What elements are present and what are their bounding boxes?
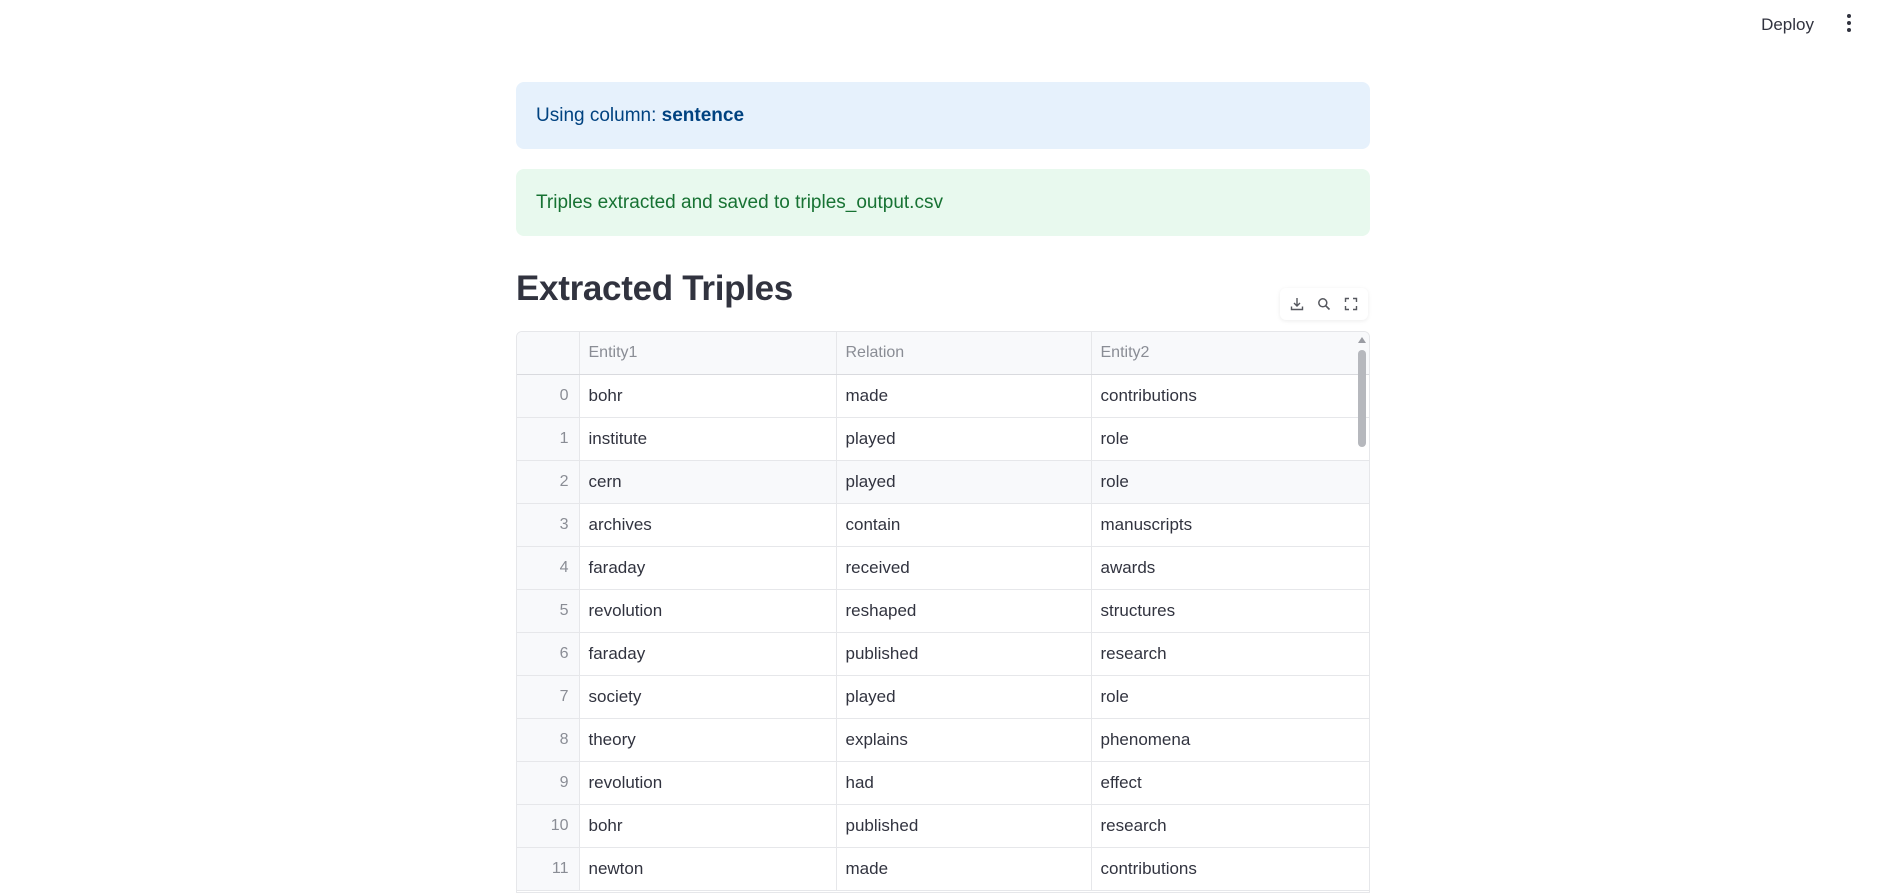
cell-entity1[interactable]: bohr: [579, 804, 837, 848]
cell-entity2[interactable]: role: [1091, 417, 1369, 461]
download-icon[interactable]: [1289, 296, 1305, 312]
cell-entity1[interactable]: institute: [579, 417, 837, 461]
row-index: 9: [517, 761, 580, 805]
table-header-row: Entity1 Relation Entity2: [517, 332, 1369, 375]
cell-entity2[interactable]: contributions: [1091, 374, 1369, 418]
row-index: 5: [517, 589, 580, 633]
cell-relation[interactable]: played: [836, 675, 1092, 719]
table-row[interactable]: 10 bohr published research: [517, 804, 1369, 848]
cell-entity1[interactable]: theory: [579, 718, 837, 762]
cell-entity1[interactable]: archives: [579, 503, 837, 547]
table-row[interactable]: 11 newton made contributions: [517, 847, 1369, 891]
column-header-index[interactable]: [517, 332, 580, 375]
table-row[interactable]: 1 institute played role: [517, 417, 1369, 461]
cell-relation[interactable]: played: [836, 417, 1092, 461]
row-index: 8: [517, 718, 580, 762]
cell-entity1[interactable]: faraday: [579, 546, 837, 590]
success-alert-text: Triples extracted and saved to triples_o…: [536, 191, 943, 213]
success-alert: Triples extracted and saved to triples_o…: [516, 169, 1370, 236]
cell-relation[interactable]: contain: [836, 503, 1092, 547]
cell-relation[interactable]: had: [836, 761, 1092, 805]
triples-dataframe[interactable]: Entity1 Relation Entity2 0 bohr made con…: [516, 331, 1370, 893]
cell-entity2[interactable]: effect: [1091, 761, 1369, 805]
cell-entity1[interactable]: revolution: [579, 761, 837, 805]
info-alert: Using column: sentence: [516, 82, 1370, 149]
cell-entity1[interactable]: bohr: [579, 374, 837, 418]
table-row[interactable]: 0 bohr made contributions: [517, 374, 1369, 418]
cell-entity1[interactable]: cern: [579, 460, 837, 504]
cell-entity2[interactable]: role: [1091, 675, 1369, 719]
row-index: 7: [517, 675, 580, 719]
kebab-menu-icon[interactable]: [1844, 14, 1854, 36]
search-icon[interactable]: [1316, 296, 1332, 312]
cell-entity2[interactable]: awards: [1091, 546, 1369, 590]
cell-entity1[interactable]: newton: [579, 847, 837, 891]
table-row[interactable]: 4 faraday received awards: [517, 546, 1369, 590]
row-index: 2: [517, 460, 580, 504]
cell-entity1[interactable]: revolution: [579, 589, 837, 633]
cell-relation[interactable]: explains: [836, 718, 1092, 762]
table-row[interactable]: 3 archives contain manuscripts: [517, 503, 1369, 547]
top-header: Deploy: [0, 0, 1884, 50]
section-title: Extracted Triples: [516, 269, 793, 308]
info-alert-prefix: Using column:: [536, 104, 662, 126]
table-row[interactable]: 5 revolution reshaped structures: [517, 589, 1369, 633]
table-row[interactable]: 2 cern played role: [517, 460, 1369, 504]
cell-relation[interactable]: published: [836, 632, 1092, 676]
cell-entity2[interactable]: structures: [1091, 589, 1369, 633]
column-header-entity2[interactable]: Entity2: [1091, 332, 1369, 375]
cell-relation[interactable]: made: [836, 374, 1092, 418]
cell-entity2[interactable]: research: [1091, 632, 1369, 676]
cell-relation[interactable]: reshaped: [836, 589, 1092, 633]
scroll-up-arrow-icon[interactable]: [1358, 337, 1366, 343]
main-content: Using column: sentence Triples extracted…: [516, 82, 1370, 893]
table-row[interactable]: 7 society played role: [517, 675, 1369, 719]
cell-relation[interactable]: made: [836, 847, 1092, 891]
scroll-thumb[interactable]: [1358, 350, 1366, 447]
cell-entity2[interactable]: role: [1091, 460, 1369, 504]
row-index: 6: [517, 632, 580, 676]
cell-relation[interactable]: received: [836, 546, 1092, 590]
row-index: 10: [517, 804, 580, 848]
row-index: 11: [517, 847, 580, 891]
cell-entity2[interactable]: contributions: [1091, 847, 1369, 891]
column-header-relation[interactable]: Relation: [836, 332, 1092, 375]
table-row[interactable]: 9 revolution had effect: [517, 761, 1369, 805]
row-index: 0: [517, 374, 580, 418]
table-row[interactable]: 6 faraday published research: [517, 632, 1369, 676]
cell-relation[interactable]: played: [836, 460, 1092, 504]
cell-entity2[interactable]: phenomena: [1091, 718, 1369, 762]
table-row[interactable]: 8 theory explains phenomena: [517, 718, 1369, 762]
row-index: 3: [517, 503, 580, 547]
triples-table: Entity1 Relation Entity2 0 bohr made con…: [517, 332, 1369, 891]
cell-relation[interactable]: published: [836, 804, 1092, 848]
row-index: 1: [517, 417, 580, 461]
column-header-entity1[interactable]: Entity1: [579, 332, 837, 375]
table-scrollbar[interactable]: [1356, 332, 1368, 892]
dataframe-toolbar: [1280, 288, 1368, 320]
cell-entity1[interactable]: faraday: [579, 632, 837, 676]
row-index: 4: [517, 546, 580, 590]
cell-entity1[interactable]: society: [579, 675, 837, 719]
cell-entity2[interactable]: manuscripts: [1091, 503, 1369, 547]
info-alert-column: sentence: [661, 104, 745, 126]
fullscreen-icon[interactable]: [1343, 296, 1359, 312]
cell-entity2[interactable]: research: [1091, 804, 1369, 848]
deploy-button[interactable]: Deploy: [1757, 13, 1818, 37]
